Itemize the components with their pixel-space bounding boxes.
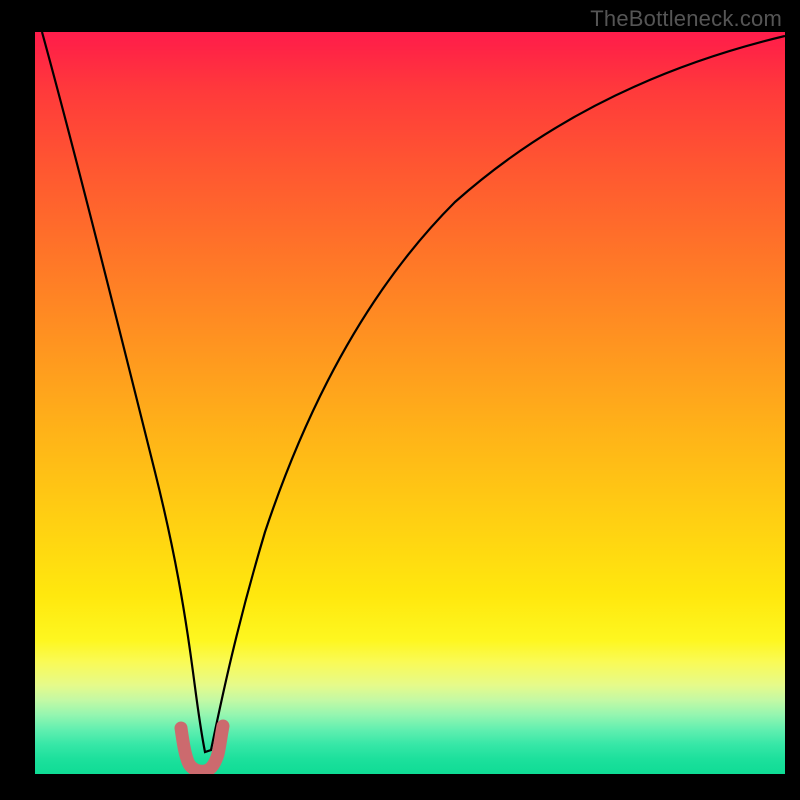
chart-plot-area — [35, 32, 785, 774]
chart-svg — [35, 32, 785, 774]
bottleneck-curve — [42, 32, 785, 752]
chart-frame: TheBottleneck.com — [0, 0, 800, 800]
attribution-text: TheBottleneck.com — [590, 6, 782, 32]
